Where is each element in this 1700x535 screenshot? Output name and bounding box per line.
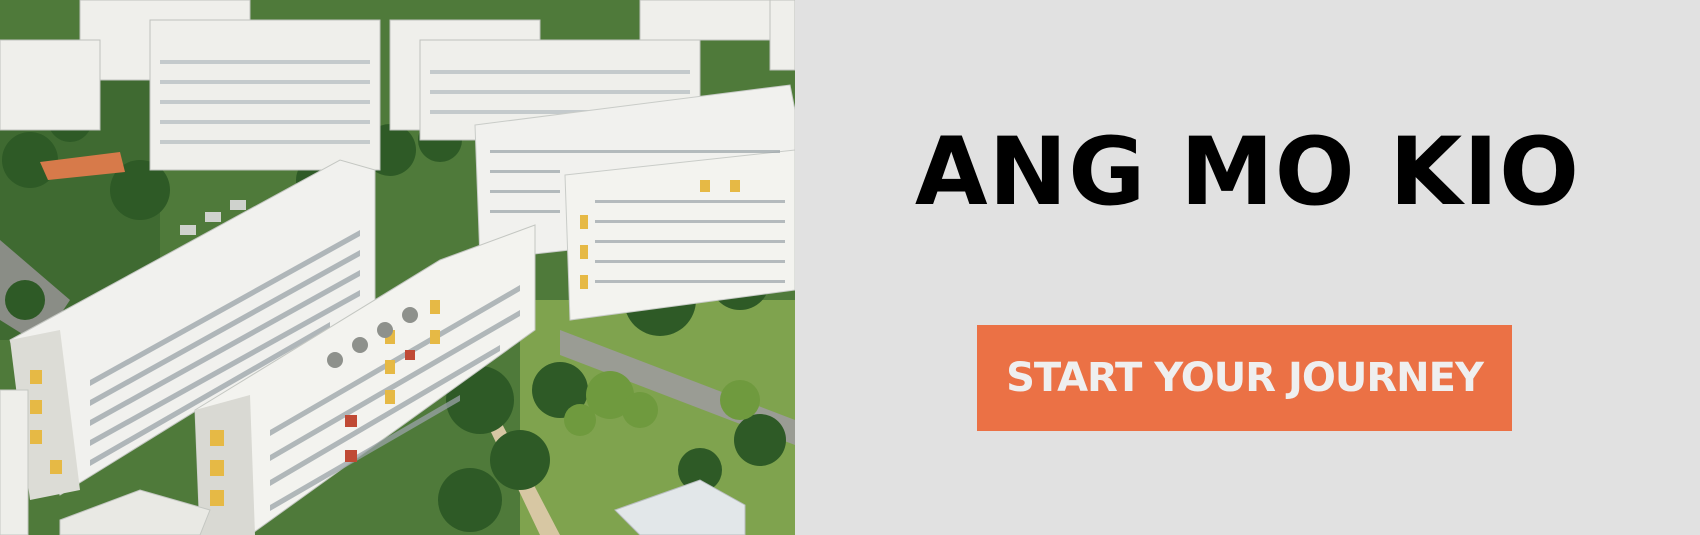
content-panel: ANG MO KIO START YOUR JOURNEY <box>795 0 1700 535</box>
aerial-estate-photo <box>0 0 795 535</box>
promo-banner: ANG MO KIO START YOUR JOURNEY <box>0 0 1700 535</box>
start-journey-label: START YOUR JOURNEY <box>1006 355 1484 401</box>
start-journey-button[interactable]: START YOUR JOURNEY <box>977 325 1512 431</box>
page-title: ANG MO KIO <box>914 118 1581 227</box>
